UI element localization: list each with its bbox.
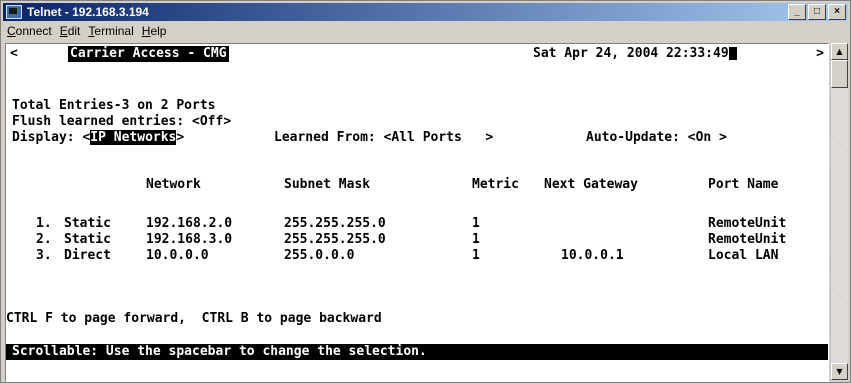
menu-edit[interactable]: Edit — [56, 24, 85, 38]
col-subnet: Subnet Mask — [284, 177, 371, 192]
datetime: Sat Apr 24, 2004 22:33:49 — [533, 46, 737, 62]
row-type: Static — [64, 216, 111, 231]
col-metric: Metric — [472, 177, 519, 192]
row-metric: 1 — [472, 232, 480, 247]
row-index: 2. — [36, 232, 52, 247]
learned-from-setting[interactable]: Learned From: <All Ports > — [274, 130, 493, 146]
paging-hint: CTRL F to page forward, CTRL B to page b… — [6, 311, 382, 326]
menu-help[interactable]: Help — [138, 24, 171, 38]
row-gateway: 10.0.0.1 — [561, 248, 624, 263]
window-title: Telnet - 192.168.3.194 — [27, 5, 149, 19]
scroll-left-indicator: < — [10, 46, 18, 61]
flush-setting[interactable]: Flush learned entries: <Off> — [12, 114, 231, 130]
row-network: 192.168.2.0 — [146, 216, 233, 231]
row-port: RemoteUnit — [708, 232, 787, 247]
col-network: Network — [146, 177, 201, 192]
col-port: Port Name — [708, 177, 779, 192]
menu-connect[interactable]: Connect — [3, 24, 56, 38]
row-port: RemoteUnit — [708, 216, 787, 231]
row-subnet: 255.255.255.0 — [284, 216, 386, 231]
close-button[interactable]: × — [828, 4, 846, 20]
telnet-window: Telnet - 192.168.3.194 _ □ × Connect Edi… — [0, 0, 851, 383]
row-subnet: 255.255.255.0 — [284, 232, 386, 247]
entries-summary: Total Entries-3 on 2 Ports — [12, 98, 216, 113]
row-metric: 1 — [472, 216, 480, 231]
row-network: 192.168.3.0 — [146, 232, 233, 247]
row-metric: 1 — [472, 248, 480, 263]
datetime-text: Sat Apr 24, 2004 22:33:49 — [533, 46, 729, 61]
telnet-app-icon[interactable] — [6, 5, 22, 19]
menu-terminal[interactable]: Terminal — [84, 24, 137, 38]
display-selection[interactable]: IP Networks — [90, 130, 177, 145]
auto-update-setting[interactable]: Auto-Update: <On > — [586, 130, 727, 146]
display-label: Display: < — [12, 130, 91, 145]
terminal-screen[interactable]: < Carrier Access - CMG Sat Apr 24, 2004 … — [5, 43, 829, 382]
scroll-up-button[interactable]: ▲ — [831, 43, 848, 60]
row-type: Static — [64, 232, 111, 247]
col-gateway: Next Gateway — [544, 177, 638, 192]
vertical-scrollbar[interactable]: ▲ ▼ — [830, 43, 848, 380]
cursor — [728, 47, 737, 60]
display-row: Display: <IP Networks> — [12, 130, 184, 146]
banner: Carrier Access - CMG — [68, 46, 229, 62]
display-close: > — [176, 130, 185, 145]
scroll-thumb[interactable] — [831, 60, 848, 88]
row-network: 10.0.0.0 — [146, 248, 209, 263]
menu-bar: Connect Edit Terminal Help — [3, 22, 848, 40]
title-bar[interactable]: Telnet - 192.168.3.194 _ □ × — [3, 3, 848, 21]
row-index: 1. — [36, 216, 52, 231]
row-type: Direct — [64, 248, 111, 263]
maximize-button[interactable]: □ — [808, 4, 826, 20]
scroll-right-indicator: > — [816, 46, 824, 61]
window-controls: _ □ × — [788, 4, 846, 20]
status-line: Scrollable: Use the spacebar to change t… — [6, 344, 828, 360]
minimize-button[interactable]: _ — [788, 4, 806, 20]
row-index: 3. — [36, 248, 52, 263]
scroll-down-button[interactable]: ▼ — [831, 363, 848, 380]
row-subnet: 255.0.0.0 — [284, 248, 355, 263]
row-port: Local LAN — [708, 248, 779, 263]
